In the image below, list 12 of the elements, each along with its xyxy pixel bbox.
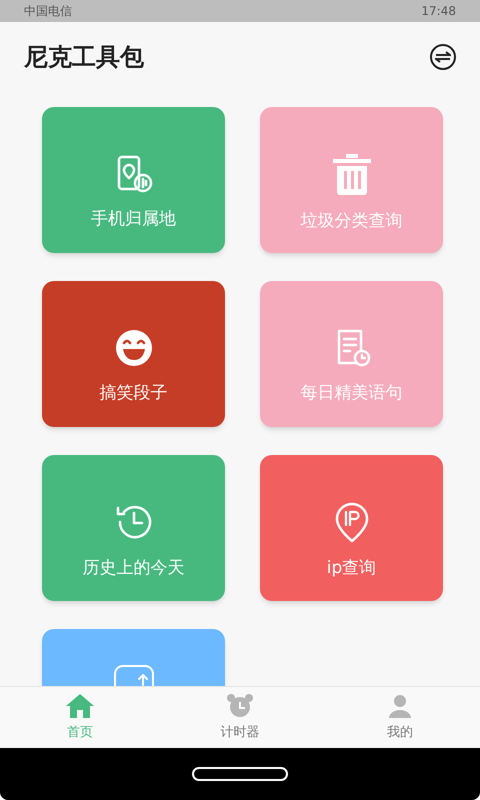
tool-tile[interactable]: ip查询 — [260, 455, 443, 601]
nav-tab[interactable]: 计时器 — [160, 687, 320, 748]
tool-tile[interactable]: 垃圾分类查询 — [260, 107, 443, 253]
carrier-text: 中国电信 — [24, 3, 72, 20]
tool-tile[interactable]: 手机归属地 — [42, 107, 225, 253]
tool-tile[interactable]: 搞笑段子 — [42, 281, 225, 427]
tool-tile[interactable]: 每日精美语句 — [260, 281, 443, 427]
tool-tile[interactable]: 历史上的今天 — [42, 455, 225, 601]
nav-tab[interactable]: 我的 — [320, 687, 480, 748]
app-title: 尼克工具包 — [24, 42, 144, 73]
nav-tab[interactable]: 首页 — [0, 687, 160, 748]
time-text: 17:48 — [421, 3, 456, 20]
